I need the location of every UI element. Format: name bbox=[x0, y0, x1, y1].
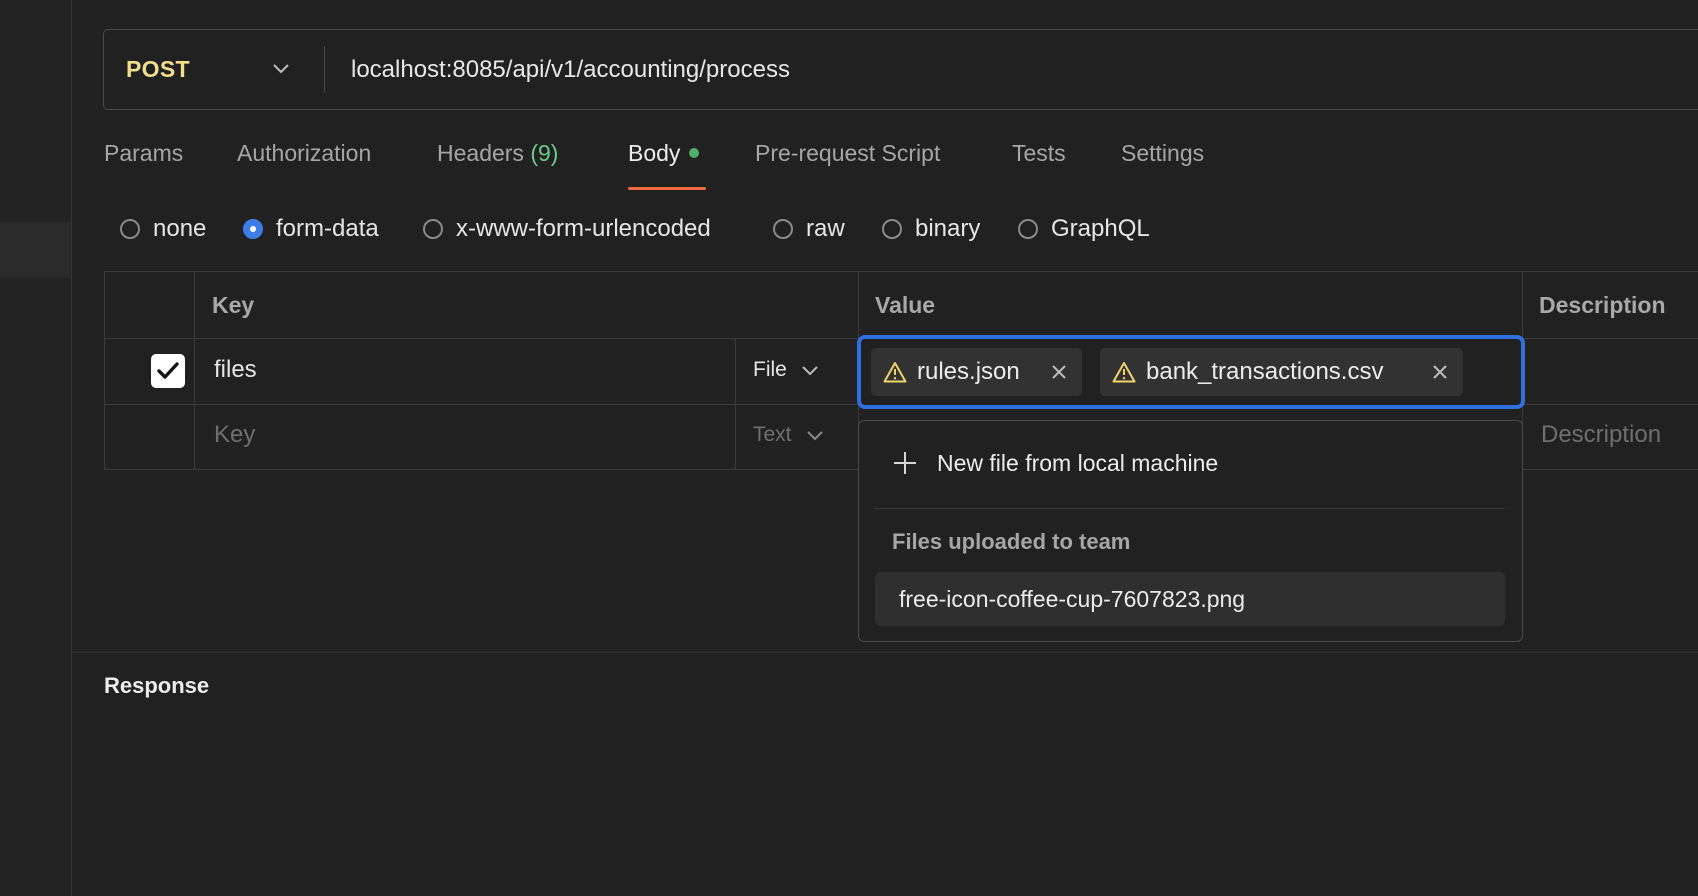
chevron-down-icon[interactable] bbox=[270, 56, 292, 87]
column-header-value: Value bbox=[875, 292, 936, 318]
radio-form-data[interactable]: form-data bbox=[243, 214, 379, 244]
tab-authorization[interactable]: Authorization bbox=[237, 140, 371, 167]
type-select[interactable]: File bbox=[753, 358, 819, 382]
chevron-down-icon bbox=[802, 366, 818, 376]
tab-tests[interactable]: Tests bbox=[1012, 140, 1066, 167]
column-divider bbox=[194, 272, 195, 470]
radio-button[interactable] bbox=[773, 219, 793, 239]
tab-body-label: Body bbox=[628, 140, 681, 166]
radio-raw[interactable]: raw bbox=[773, 214, 845, 244]
tab-settings[interactable]: Settings bbox=[1121, 140, 1204, 167]
file-picker-dropdown: New file from local machine Files upload… bbox=[858, 420, 1523, 642]
column-divider bbox=[104, 272, 105, 470]
radio-label: raw bbox=[806, 215, 845, 242]
radio-button[interactable] bbox=[1018, 219, 1038, 239]
dropdown-divider bbox=[875, 508, 1505, 509]
tab-body[interactable]: Body bbox=[628, 140, 700, 167]
radio-button-selected[interactable] bbox=[243, 219, 263, 239]
radio-label: x-www-form-urlencoded bbox=[456, 215, 711, 242]
check-icon bbox=[157, 362, 179, 379]
description-input-placeholder[interactable]: Description bbox=[1541, 421, 1661, 449]
new-file-from-local-button[interactable]: New file from local machine bbox=[891, 449, 1218, 477]
type-select-value: Text bbox=[753, 423, 792, 446]
row-enabled-checkbox[interactable] bbox=[151, 354, 185, 388]
file-chip[interactable]: bank_transactions.csv bbox=[1100, 348, 1463, 396]
active-tab-underline bbox=[628, 187, 706, 190]
file-chip-name: bank_transactions.csv bbox=[1146, 358, 1384, 385]
radio-label: GraphQL bbox=[1051, 215, 1150, 242]
type-select-new-row[interactable]: Text bbox=[753, 423, 824, 447]
file-chip[interactable]: rules.json bbox=[871, 348, 1082, 396]
body-indicator-dot bbox=[689, 148, 700, 158]
headers-count-badge: (9) bbox=[530, 140, 559, 166]
radio-button[interactable] bbox=[882, 219, 902, 239]
radio-none[interactable]: none bbox=[120, 214, 206, 244]
column-header-key: Key bbox=[212, 292, 255, 318]
type-select-value: File bbox=[753, 358, 787, 381]
tab-headers-label: Headers bbox=[437, 140, 524, 166]
radio-label: none bbox=[153, 215, 207, 242]
column-header-description: Description bbox=[1539, 292, 1666, 318]
radio-button[interactable] bbox=[120, 219, 140, 239]
uploaded-file-item[interactable]: free-icon-coffee-cup-7607823.png bbox=[875, 572, 1505, 626]
chevron-down-icon bbox=[806, 431, 823, 441]
file-chip-name: rules.json bbox=[917, 358, 1020, 385]
sidebar-selected-item[interactable] bbox=[0, 222, 71, 278]
request-bar: POST localhost:8085/api/v1/accounting/pr… bbox=[103, 29, 1698, 110]
tab-params[interactable]: Params bbox=[104, 140, 183, 167]
warning-icon bbox=[883, 362, 907, 383]
dropdown-section-title: Files uploaded to team bbox=[892, 529, 1131, 554]
radio-button[interactable] bbox=[423, 219, 443, 239]
radio-graphql[interactable]: GraphQL bbox=[1018, 214, 1150, 244]
radio-label: form-data bbox=[276, 215, 379, 242]
tab-pre-request-script[interactable]: Pre-request Script bbox=[755, 140, 940, 167]
new-file-label: New file from local machine bbox=[937, 449, 1219, 476]
value-files-field[interactable]: rules.json bank_transactions.csv bbox=[857, 335, 1525, 409]
warning-icon bbox=[1112, 362, 1136, 383]
response-divider[interactable] bbox=[72, 652, 1698, 653]
divider bbox=[324, 46, 325, 93]
close-icon[interactable] bbox=[1430, 362, 1450, 382]
url-input[interactable]: localhost:8085/api/v1/accounting/process bbox=[351, 30, 790, 109]
radio-x-www-form-urlencoded[interactable]: x-www-form-urlencoded bbox=[423, 214, 711, 244]
radio-binary[interactable]: binary bbox=[882, 214, 980, 244]
tab-headers[interactable]: Headers (9) bbox=[437, 140, 558, 167]
column-divider bbox=[735, 338, 736, 470]
plus-icon bbox=[894, 452, 916, 474]
left-sidebar bbox=[0, 0, 72, 896]
method-label[interactable]: POST bbox=[126, 30, 190, 109]
response-title: Response bbox=[104, 673, 210, 698]
radio-label: binary bbox=[915, 215, 981, 242]
key-cell[interactable]: files bbox=[214, 356, 257, 384]
key-input-placeholder[interactable]: Key bbox=[214, 421, 255, 449]
close-icon[interactable] bbox=[1049, 362, 1069, 382]
